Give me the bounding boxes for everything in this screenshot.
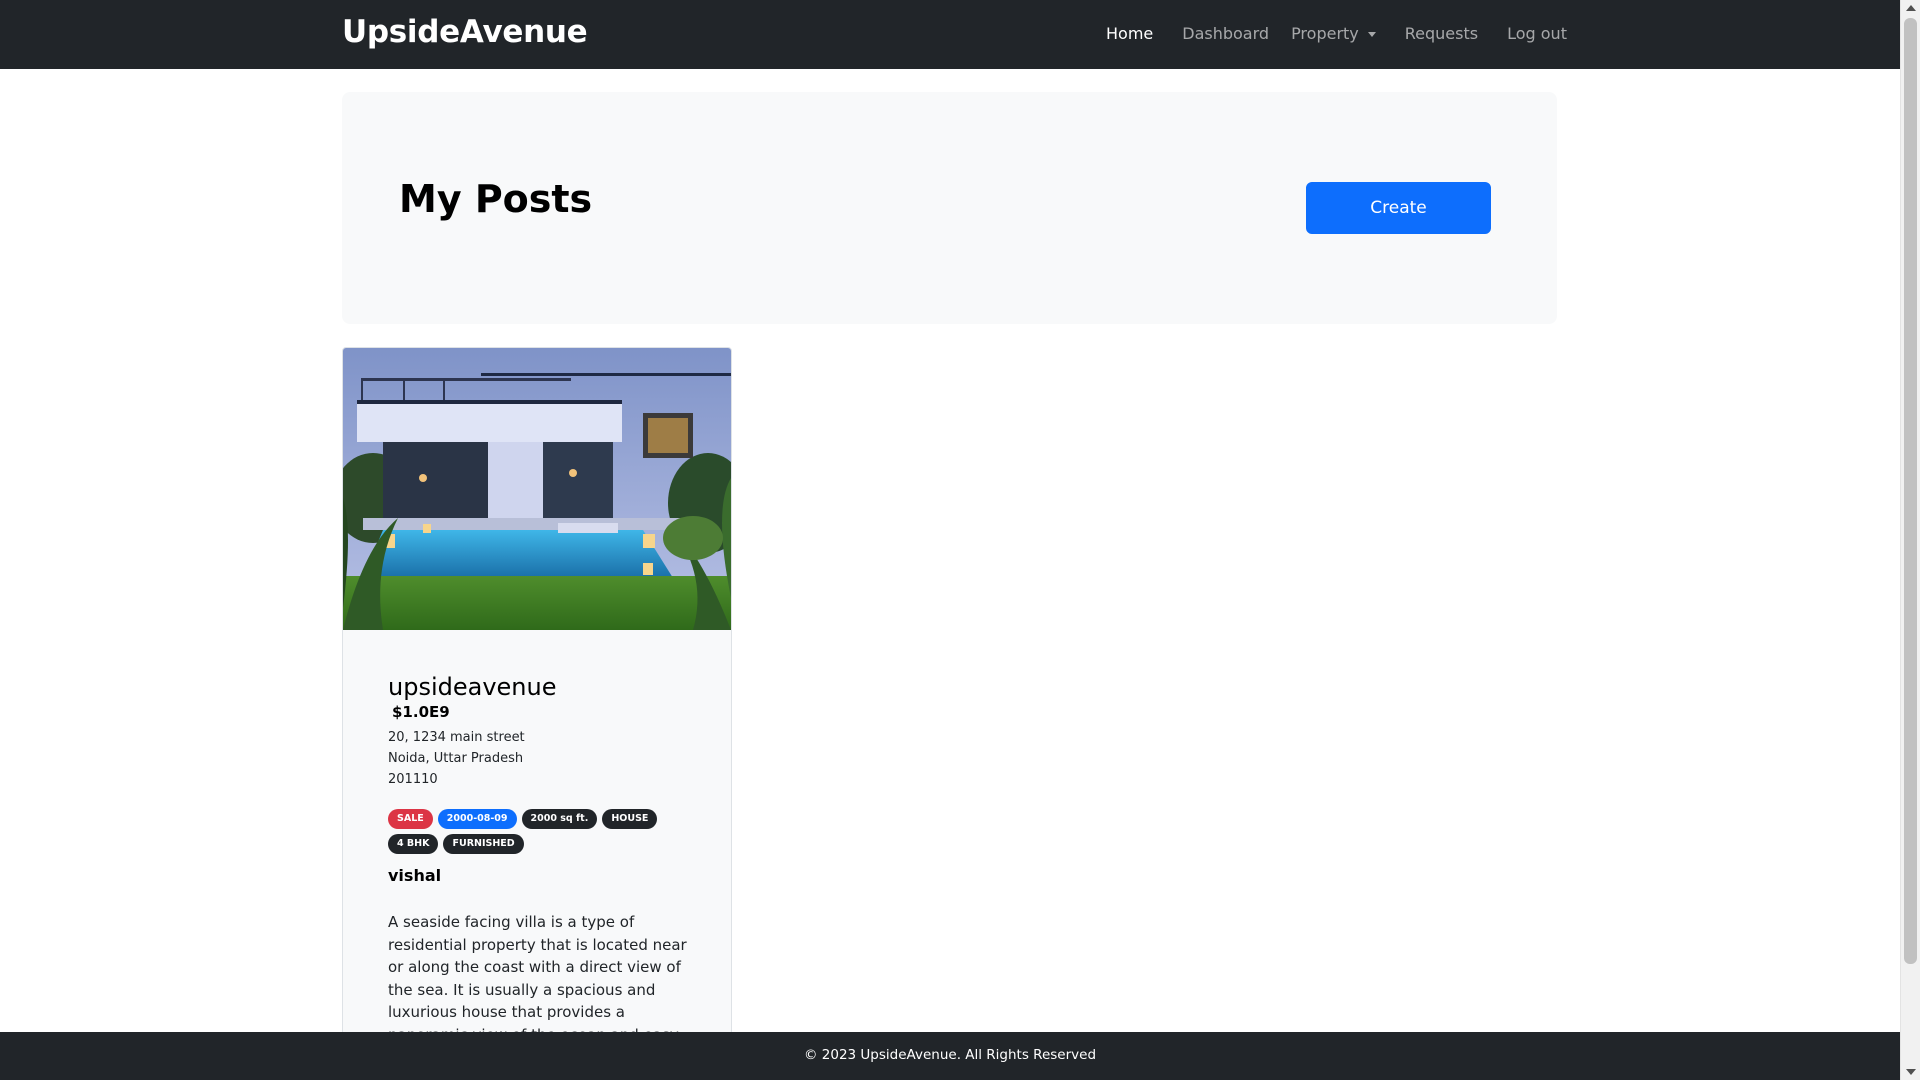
post-owner: vishal	[388, 866, 442, 885]
nav-links: Home Dashboard Property Requests Log out	[1090, 24, 1567, 43]
badge-bhk: 4 BHK	[388, 834, 439, 854]
post-description: A seaside facing villa is a type of resi…	[388, 913, 687, 1044]
address-line2: Noida, Uttar Pradesh	[388, 751, 524, 766]
post-price: $1.0E9	[392, 703, 450, 721]
badge-listing-type: SALE	[388, 809, 433, 829]
post-card-body: upsideavenue $1.0E9 20, 1234 main street…	[388, 673, 688, 1046]
nav-property-label: Property	[1291, 24, 1359, 43]
top-navbar: UpsideAvenue Home Dashboard Property Req…	[0, 0, 1900, 69]
vertical-scrollbar[interactable]	[1900, 0, 1920, 1080]
post-badges: SALE 2000-08-09 2000 sq ft. HOUSE 4 BHK …	[388, 809, 688, 854]
nav-home[interactable]: Home	[1106, 24, 1153, 43]
property-image	[343, 348, 731, 630]
scrollbar-thumb[interactable]	[1904, 18, 1917, 964]
scroll-down-arrow-icon[interactable]	[1906, 1069, 1916, 1075]
badge-furnishing: FURNISHED	[443, 834, 524, 854]
badge-date: 2000-08-09	[437, 809, 517, 829]
nav-logout[interactable]: Log out	[1507, 24, 1567, 43]
create-button[interactable]: Create	[1306, 182, 1491, 234]
nav-dashboard[interactable]: Dashboard	[1182, 24, 1269, 43]
page-footer: © 2023 UpsideAvenue. All Rights Reserved	[0, 1032, 1900, 1080]
scroll-up-arrow-icon[interactable]	[1906, 5, 1916, 11]
postal-code: 201110	[388, 772, 438, 787]
page-title: My Posts	[399, 177, 593, 221]
page-header-panel: My Posts Create	[342, 92, 1557, 324]
brand-logo[interactable]: UpsideAvenue	[342, 14, 588, 50]
post-title: upsideavenue	[388, 673, 557, 701]
post-card[interactable]: upsideavenue $1.0E9 20, 1234 main street…	[342, 347, 732, 1067]
address-line1: 20, 1234 main street	[388, 730, 525, 745]
badge-area: 2000 sq ft.	[521, 809, 598, 829]
footer-copyright: © 2023 UpsideAvenue. All Rights Reserved	[803, 1047, 1097, 1063]
nav-property-dropdown[interactable]: Property	[1291, 24, 1376, 43]
chevron-down-icon	[1367, 32, 1376, 37]
badge-category: HOUSE	[602, 809, 658, 829]
nav-requests[interactable]: Requests	[1405, 24, 1478, 43]
